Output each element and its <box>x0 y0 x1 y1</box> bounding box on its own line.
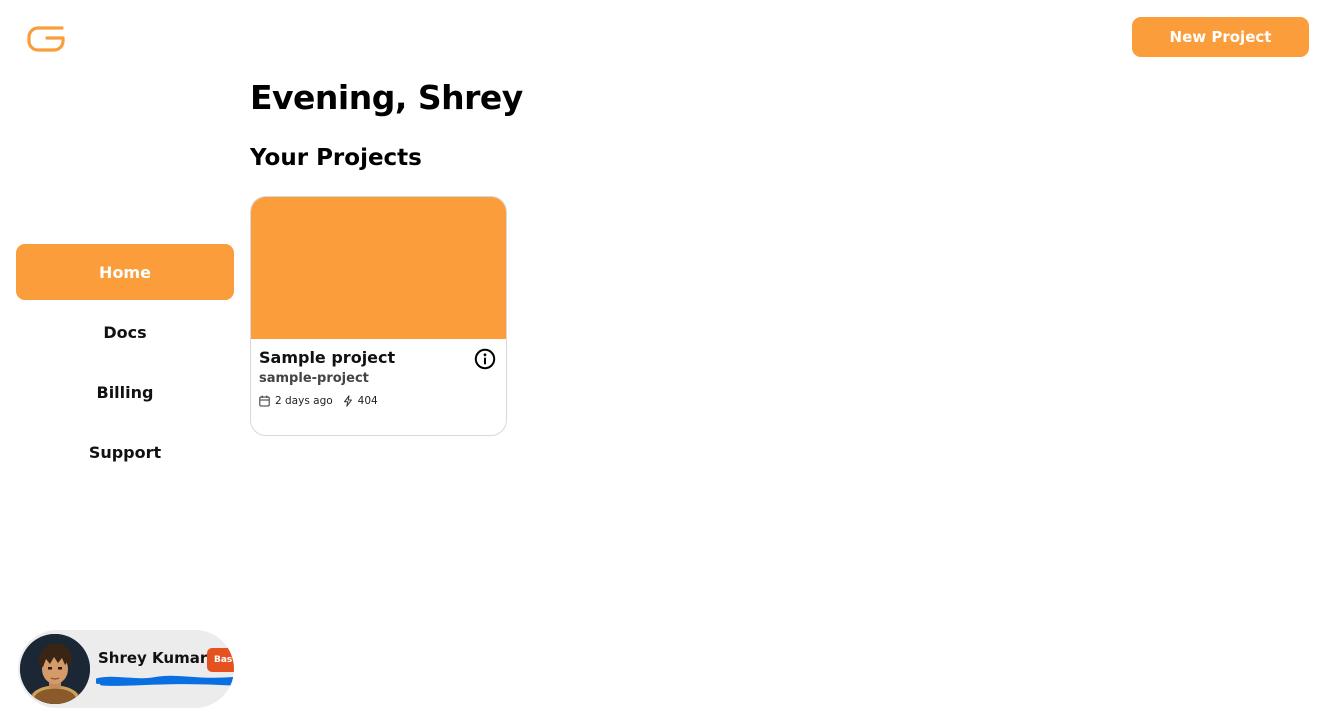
project-title: Sample project <box>259 348 396 367</box>
plan-badge: Bas <box>207 648 234 672</box>
sidebar-nav: Home Docs Billing Support <box>16 244 234 484</box>
project-requests: 404 <box>357 395 378 407</box>
user-profile[interactable]: Shrey Kumar Bas <box>18 630 234 708</box>
project-banner <box>251 197 506 339</box>
sidebar-item-support[interactable]: Support <box>16 424 234 480</box>
project-slug: sample-project <box>259 371 369 386</box>
new-project-button[interactable]: New Project <box>1132 17 1309 57</box>
sidebar-item-docs[interactable]: Docs <box>16 304 234 360</box>
calendar-icon <box>259 395 270 407</box>
project-meta: 2 days ago 404 <box>259 395 498 407</box>
sidebar-item-label: Support <box>88 442 162 462</box>
project-card-body: Sample project sample-project 2 days ago <box>251 339 506 407</box>
project-card[interactable]: Sample project sample-project 2 days ago <box>250 196 507 436</box>
page-greeting: Evening, Shrey <box>250 78 523 117</box>
info-icon[interactable] <box>474 348 496 370</box>
projects-section-title: Your Projects <box>250 145 422 171</box>
lightning-icon <box>343 395 352 407</box>
project-updated: 2 days ago <box>275 395 333 407</box>
g-logo-icon[interactable] <box>26 22 66 56</box>
sidebar-item-label: Docs <box>103 322 147 342</box>
user-name: Shrey Kumar <box>98 649 208 667</box>
sidebar-item-label: Billing <box>96 382 154 402</box>
redaction-scribble <box>96 675 234 686</box>
avatar <box>20 634 90 704</box>
sidebar-item-home[interactable]: Home <box>16 244 234 300</box>
sidebar-item-label: Home <box>99 262 151 282</box>
sidebar-item-billing[interactable]: Billing <box>16 364 234 420</box>
